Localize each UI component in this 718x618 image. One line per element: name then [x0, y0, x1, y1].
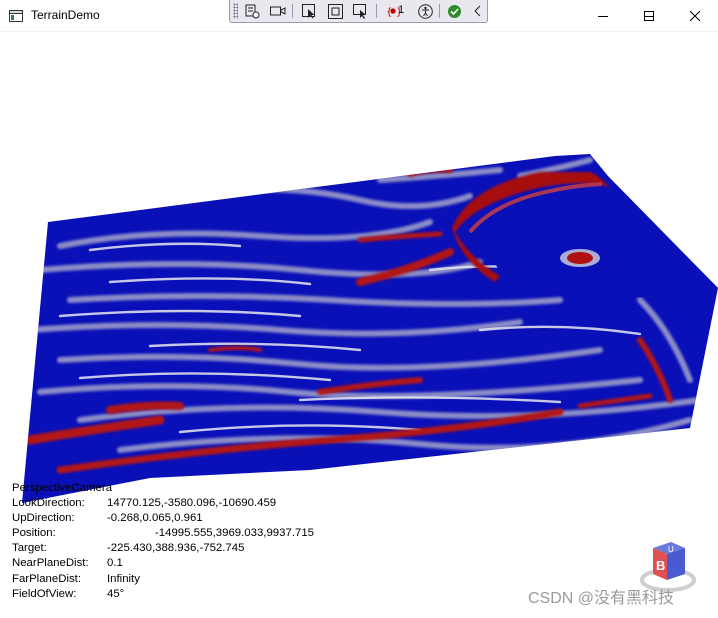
select-pointer-icon	[302, 3, 315, 18]
minimize-button-area[interactable]	[580, 0, 626, 31]
toolbar-separator	[439, 4, 440, 18]
app-window-icon	[9, 9, 23, 22]
hot-reload-status-button[interactable]	[445, 2, 464, 20]
checkmark-circle-icon	[448, 4, 461, 18]
track-focus-icon	[352, 3, 366, 19]
toolbar-grip[interactable]	[233, 3, 238, 19]
look-direction-label: LookDirection:	[12, 497, 85, 510]
chevron-left-icon	[473, 5, 480, 17]
view-cube-up-label: U	[668, 545, 674, 554]
xaml-debug-toolbar: {} 1	[229, 0, 488, 23]
window-title: TerrainDemo	[31, 8, 100, 22]
maximize-button[interactable]	[626, 0, 672, 31]
binding-failures-count: 1	[398, 4, 405, 16]
view-cube-bottom-label: B	[656, 558, 665, 573]
look-direction-value: 14770.125,-3580.096,-10690.459	[107, 497, 277, 510]
up-direction-label: UpDirection:	[12, 512, 75, 525]
field-of-view-value: 45°	[107, 587, 125, 600]
close-button[interactable]	[672, 0, 718, 31]
watermark-text: CSDN @没有黑科技	[528, 590, 675, 607]
accessibility-icon	[418, 3, 433, 19]
minimize-icon	[598, 15, 608, 17]
live-visual-tree-button[interactable]	[243, 2, 262, 20]
select-element-button[interactable]	[300, 2, 319, 20]
position-label: Position:	[12, 527, 56, 540]
near-plane-value: 0.1	[107, 557, 123, 570]
maximize-icon	[644, 10, 654, 21]
target-label: Target:	[12, 542, 47, 555]
record-video-button[interactable]	[268, 2, 287, 20]
far-plane-value: Infinity	[107, 572, 140, 585]
video-camera-icon	[269, 6, 285, 16]
target-value: -225.430,388.936,-752.745	[107, 542, 245, 555]
near-plane-label: NearPlaneDist:	[12, 557, 89, 570]
layout-adorner-icon	[328, 3, 343, 19]
field-of-view-label: FieldOfView:	[12, 587, 77, 600]
display-layout-adorners-button[interactable]	[326, 2, 345, 20]
toolbar-separator	[292, 4, 293, 18]
camera-type-label: PerspectiveCamera	[12, 482, 113, 494]
position-value: -14995.555,3969.033,9937.715	[155, 527, 314, 540]
far-plane-label: FarPlaneDist:	[12, 572, 82, 585]
track-focused-element-button[interactable]	[351, 2, 370, 20]
collapse-toolbar-button[interactable]	[468, 2, 487, 20]
close-icon	[690, 10, 700, 21]
accessibility-checker-button[interactable]	[416, 2, 435, 20]
live-visual-tree-icon	[245, 4, 260, 18]
toolbar-separator	[376, 4, 377, 18]
up-direction-value: -0.268,0.065,0.961	[107, 512, 203, 525]
